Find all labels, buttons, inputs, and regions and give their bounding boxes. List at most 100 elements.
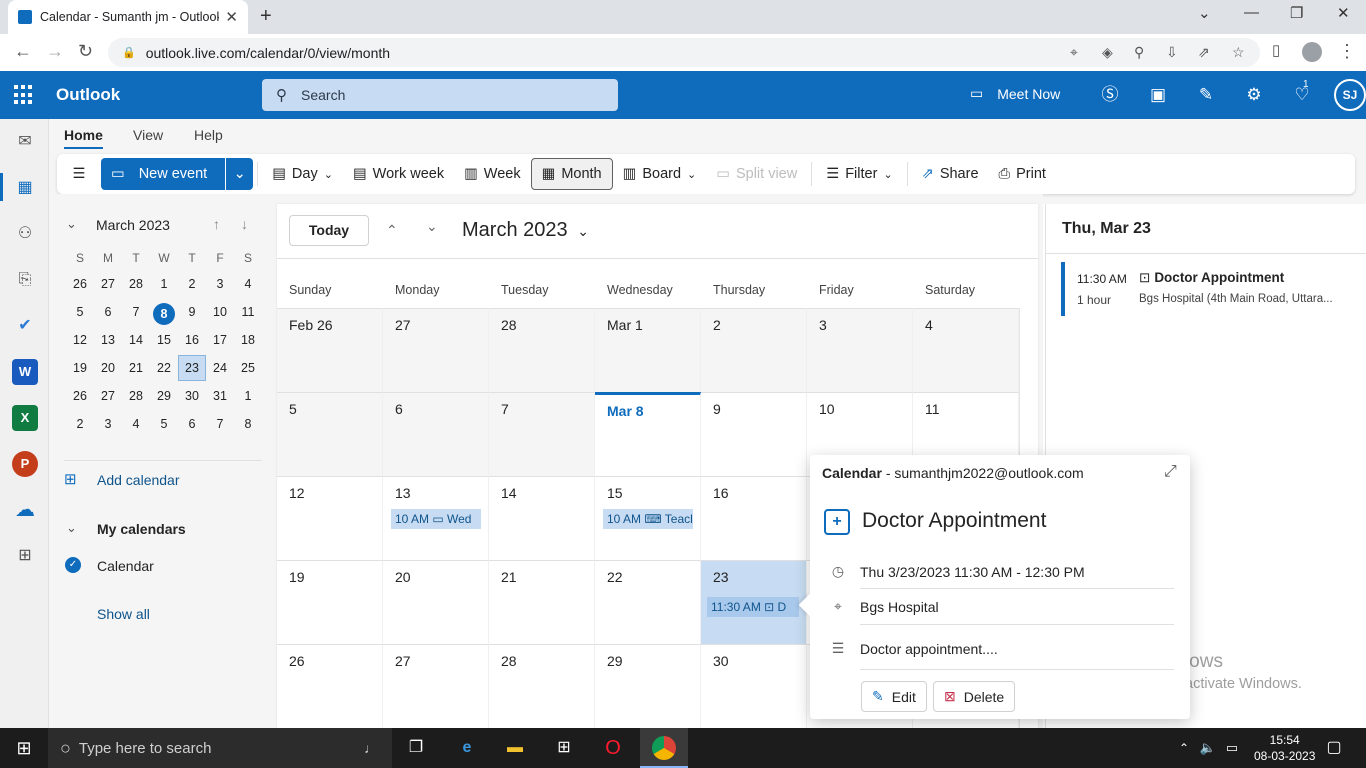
microphone-icon[interactable]: ♩ [364, 740, 378, 756]
share-button[interactable]: ⇗ Share [912, 158, 989, 190]
tab-search-chevron-icon[interactable]: ⌄ [1198, 4, 1211, 22]
settings-gear-icon[interactable]: ⚙ [1242, 83, 1266, 107]
address-bar[interactable]: 🔒 outlook.live.com/calendar/0/view/month… [108, 38, 1260, 67]
mini-calendar-day[interactable]: 15 [150, 333, 178, 347]
filter-button[interactable]: ☰ Filter ⌄ [816, 158, 902, 190]
powerpoint-icon[interactable]: P [12, 451, 38, 477]
day-view-button[interactable]: ▤ Day ⌄ [262, 158, 343, 190]
mini-calendar-day[interactable]: 28 [122, 389, 150, 403]
mini-calendar-day[interactable]: 7 [122, 305, 150, 319]
mini-calendar-day[interactable]: 26 [66, 277, 94, 291]
mini-calendar-day[interactable]: 13 [94, 333, 122, 347]
search-input[interactable]: ⚲ Search [262, 79, 618, 111]
day-cell[interactable]: Mar 1 [595, 308, 701, 392]
brand-title[interactable]: Outlook [56, 85, 120, 105]
calendar-event-chip[interactable]: 10 AM ⌨ Teacl [603, 509, 693, 529]
mini-calendar-day[interactable]: 2 [178, 277, 206, 291]
mini-calendar-day[interactable]: 24 [206, 361, 234, 375]
mini-calendar-day[interactable]: 3 [94, 417, 122, 431]
calendar-checkbox-icon[interactable]: ✓ [65, 557, 81, 573]
edge-browser-icon[interactable]: e [455, 736, 479, 760]
day-cell[interactable]: 13 10 AM ▭ Wed [383, 476, 489, 560]
day-cell[interactable]: 12 [277, 476, 383, 560]
mini-calendar-day[interactable]: 30 [178, 389, 206, 403]
taskbar-search-box[interactable]: ○ Type here to search ♩ [48, 728, 392, 768]
mini-calendar-day[interactable]: 11 [234, 305, 262, 319]
side-panel-icon[interactable]: ▯ [1272, 41, 1280, 59]
day-cell[interactable]: 19 [277, 560, 383, 644]
onedrive-icon[interactable]: ☁ [12, 497, 38, 523]
app-launcher-icon[interactable] [14, 85, 34, 105]
mini-calendar-day[interactable]: 6 [94, 305, 122, 319]
day-cell[interactable]: 16 [701, 476, 807, 560]
day-cell[interactable]: 28 [489, 644, 595, 728]
today-button[interactable]: Today [289, 215, 369, 246]
tab-view[interactable]: View [133, 127, 163, 143]
tab-help[interactable]: Help [194, 127, 223, 143]
excel-icon[interactable]: X [12, 405, 38, 431]
mini-calendar-day[interactable]: 5 [150, 417, 178, 431]
expand-icon[interactable]: ⤢ [1164, 463, 1177, 481]
show-hidden-icons-icon[interactable]: ⌃ [1172, 736, 1196, 760]
minimize-icon[interactable]: — [1244, 4, 1259, 21]
split-view-button[interactable]: ▭ Split view [706, 158, 807, 190]
mini-calendar-day[interactable]: 7 [206, 417, 234, 431]
new-event-button[interactable]: ▭ New event [101, 158, 226, 190]
word-icon[interactable]: W [12, 359, 38, 385]
mini-calendar-day[interactable]: 21 [122, 361, 150, 375]
my-calendars-heading[interactable]: My calendars [97, 521, 186, 537]
previous-month-arrow-icon[interactable]: ↑ [213, 216, 220, 232]
bookmark-star-icon[interactable]: ☆ [1232, 44, 1245, 61]
zoom-icon[interactable]: ⚲ [1134, 44, 1144, 61]
work-week-view-button[interactable]: ▤ Work week [343, 158, 454, 190]
skype-icon[interactable]: Ⓢ [1098, 83, 1122, 107]
day-cell[interactable]: 27 [383, 308, 489, 392]
day-cell[interactable]: 26 [277, 644, 383, 728]
mini-calendar-day[interactable]: 6 [178, 417, 206, 431]
day-cell[interactable]: 20 [383, 560, 489, 644]
calendar-event-chip[interactable]: 10 AM ▭ Wed [391, 509, 481, 529]
day-cell[interactable]: 15 10 AM ⌨ Teacl [595, 476, 701, 560]
close-window-icon[interactable]: ✕ [1337, 4, 1350, 22]
mini-calendar-day[interactable]: 26 [66, 389, 94, 403]
collapse-chevron-icon[interactable]: ⌄ [66, 216, 77, 232]
day-cell[interactable]: Feb 26 [277, 308, 383, 392]
add-calendar-link[interactable]: Add calendar [97, 472, 180, 488]
day-cell[interactable]: 27 [383, 644, 489, 728]
mini-calendar-day[interactable]: 4 [234, 277, 262, 291]
month-title[interactable]: March 2023 ⌄ [462, 219, 589, 242]
day-cell[interactable]: 22 [595, 560, 701, 644]
month-view-button[interactable]: ▦ Month [530, 158, 613, 190]
day-cell[interactable]: 4 [913, 308, 1019, 392]
browser-menu-icon[interactable]: ⋮ [1338, 41, 1356, 62]
mini-calendar-day[interactable]: 27 [94, 389, 122, 403]
tips-lightbulb-icon[interactable]: ♡ [1290, 83, 1314, 107]
day-cell[interactable]: 5 [277, 392, 383, 476]
more-apps-icon[interactable]: ⊞ [12, 543, 38, 569]
profile-icon[interactable] [1302, 42, 1322, 62]
mini-calendar-day[interactable]: 4 [122, 417, 150, 431]
attachment-icon[interactable]: ⎘ [12, 267, 38, 293]
tab-home[interactable]: Home [64, 127, 103, 149]
day-cell[interactable]: Mar 8 [595, 392, 701, 476]
calendar-item-label[interactable]: Calendar [97, 558, 154, 574]
location-icon[interactable]: ⌖ [1070, 44, 1078, 61]
system-clock[interactable]: 15:54 08-03-2023 [1254, 732, 1315, 764]
avatar[interactable]: SJ [1334, 79, 1366, 111]
volume-muted-icon[interactable]: 🔈 [1196, 736, 1220, 760]
hamburger-menu-icon[interactable]: ☰ [57, 158, 101, 190]
forward-arrow-icon[interactable]: → [46, 41, 64, 62]
day-pane-event[interactable]: 11:30 AM 1 hour ⊡ Doctor Appointment Bgs … [1061, 262, 1351, 316]
network-icon[interactable]: ▭ [1220, 736, 1244, 760]
meet-now-button[interactable]: ▭ Meet Now [970, 85, 1060, 102]
windows-start-icon[interactable]: ⊞ [12, 736, 36, 760]
day-cell[interactable]: 21 [489, 560, 595, 644]
chrome-taskbar-item[interactable] [640, 728, 688, 768]
my-day-icon[interactable]: ✎ [1194, 83, 1218, 107]
day-cell[interactable]: 30 [701, 644, 807, 728]
calendar-event-chip[interactable]: 11:30 AM ⊡ D [707, 597, 799, 617]
mini-calendar-day[interactable]: 22 [150, 361, 178, 375]
mini-calendar-day[interactable]: 18 [234, 333, 262, 347]
mini-calendar-day[interactable]: 12 [66, 333, 94, 347]
calendar-icon[interactable]: ▦ [12, 175, 38, 201]
